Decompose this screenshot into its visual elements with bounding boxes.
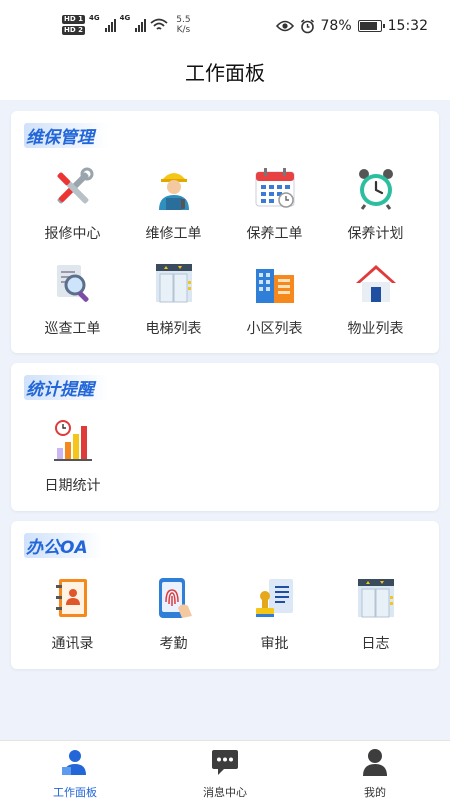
grid-item-label: 维修工单 — [145, 226, 202, 242]
grid-item-date-statistics[interactable]: 日期统计 — [22, 413, 123, 508]
signal-2-icon — [135, 18, 147, 32]
nav-label: 消息中心 — [203, 786, 247, 799]
nav-item-profile[interactable]: 我的 — [300, 741, 450, 800]
calendar-icon — [255, 168, 294, 208]
elevator-icon — [155, 264, 192, 303]
grid-item-label: 日志 — [361, 636, 390, 652]
grid-item-label: 保养工单 — [246, 226, 303, 242]
grid-item-label: 物业列表 — [347, 321, 404, 337]
hd-2-badge: HD 2 — [62, 26, 85, 35]
network-speed: 5.5 K/s — [176, 15, 190, 35]
maintenance-section: 维保管理 报修中心 维修工单 保养工单 保养计划 巡查工单 电梯列表 小区列表 … — [11, 111, 439, 353]
office-section: 办公OA 通讯录 考勤 审批 日志 — [11, 521, 439, 669]
speed-value: 5.5 — [176, 15, 191, 25]
grid-item-label: 报修中心 — [44, 226, 101, 242]
dashboard-user-icon — [62, 750, 86, 775]
alarm-clock-icon — [358, 169, 393, 210]
hd-1-badge: HD 1 — [62, 15, 85, 24]
contacts-book-icon — [55, 579, 87, 617]
bar-chart-clock-icon — [53, 420, 92, 461]
log-icon — [357, 579, 394, 618]
battery-icon — [357, 20, 385, 32]
main-content: 维保管理 报修中心 维修工单 保养工单 保养计划 巡查工单 电梯列表 小区列表 … — [0, 100, 450, 740]
grid-item-maintenance-plan[interactable]: 保养计划 — [325, 161, 426, 256]
grid-item-inspection-order[interactable]: 巡查工单 — [22, 256, 123, 351]
house-icon — [355, 265, 396, 302]
grid-item-label: 保养计划 — [347, 226, 404, 242]
nav-item-dashboard[interactable]: 工作面板 — [0, 741, 150, 800]
status-right: 78% 15:32 — [275, 18, 428, 34]
alarm-icon — [300, 18, 314, 33]
section-title-statistics: 统计提醒 — [24, 375, 108, 400]
clock-time: 15:32 — [387, 18, 428, 34]
message-icon — [212, 750, 238, 775]
eye-icon — [275, 20, 294, 32]
speed-unit: K/s — [176, 25, 191, 35]
grid-item-label: 日期统计 — [44, 478, 101, 494]
header: 工作面板 — [0, 50, 450, 100]
grid-item-property-list[interactable]: 物业列表 — [325, 256, 426, 351]
grid-item-label: 小区列表 — [246, 321, 303, 337]
statistics-section: 统计提醒 日期统计 — [11, 363, 439, 511]
grid-item-attendance[interactable]: 考勤 — [123, 571, 224, 666]
status-left: HD 1 HD 2 4G 4G 5.5 K/s — [62, 14, 191, 36]
bottom-nav: 工作面板 消息中心 我的 — [0, 740, 450, 800]
grid-item-label: 考勤 — [159, 636, 188, 652]
status-bar: HD 1 HD 2 4G 4G 5.5 K/s 78% 15:32 — [0, 0, 450, 50]
grid-item-label: 巡查工单 — [44, 321, 101, 337]
grid-item-label: 电梯列表 — [145, 321, 202, 337]
signal-1-icon — [104, 18, 116, 32]
section-title-maintenance: 维保管理 — [24, 123, 108, 148]
grid-item-label: 通讯录 — [51, 636, 94, 652]
nav-item-messages[interactable]: 消息中心 — [150, 741, 300, 800]
section-title-office: 办公OA — [24, 533, 102, 558]
nav-label: 我的 — [364, 786, 386, 799]
grid-item-log[interactable]: 日志 — [325, 571, 426, 666]
grid-item-repair-order[interactable]: 维修工单 — [123, 161, 224, 256]
grid-item-elevator-list[interactable]: 电梯列表 — [123, 256, 224, 351]
grid-item-label: 审批 — [260, 636, 289, 652]
battery-percent: 78% — [320, 18, 352, 34]
fingerprint-icon — [158, 578, 192, 618]
grid-item-maintenance-order[interactable]: 保养工单 — [224, 161, 325, 256]
nav-label: 工作面板 — [53, 786, 97, 799]
profile-icon — [363, 749, 387, 776]
grid-item-community-list[interactable]: 小区列表 — [224, 256, 325, 351]
grid-item-approval[interactable]: 审批 — [224, 571, 325, 666]
grid-item-repair-center[interactable]: 报修中心 — [22, 161, 123, 256]
buildings-icon — [255, 269, 294, 303]
network-type-1: 4G — [88, 14, 100, 22]
network-type-2: 4G — [119, 14, 131, 22]
tools-icon — [57, 167, 93, 204]
stamp-icon — [255, 579, 293, 617]
wifi-icon — [150, 18, 168, 30]
document-search-icon — [56, 265, 89, 302]
page-title: 工作面板 — [185, 61, 265, 85]
grid-item-contacts[interactable]: 通讯录 — [22, 571, 123, 666]
repair-worker-icon — [158, 173, 189, 210]
hd-indicator: HD 1 HD 2 — [62, 14, 85, 36]
